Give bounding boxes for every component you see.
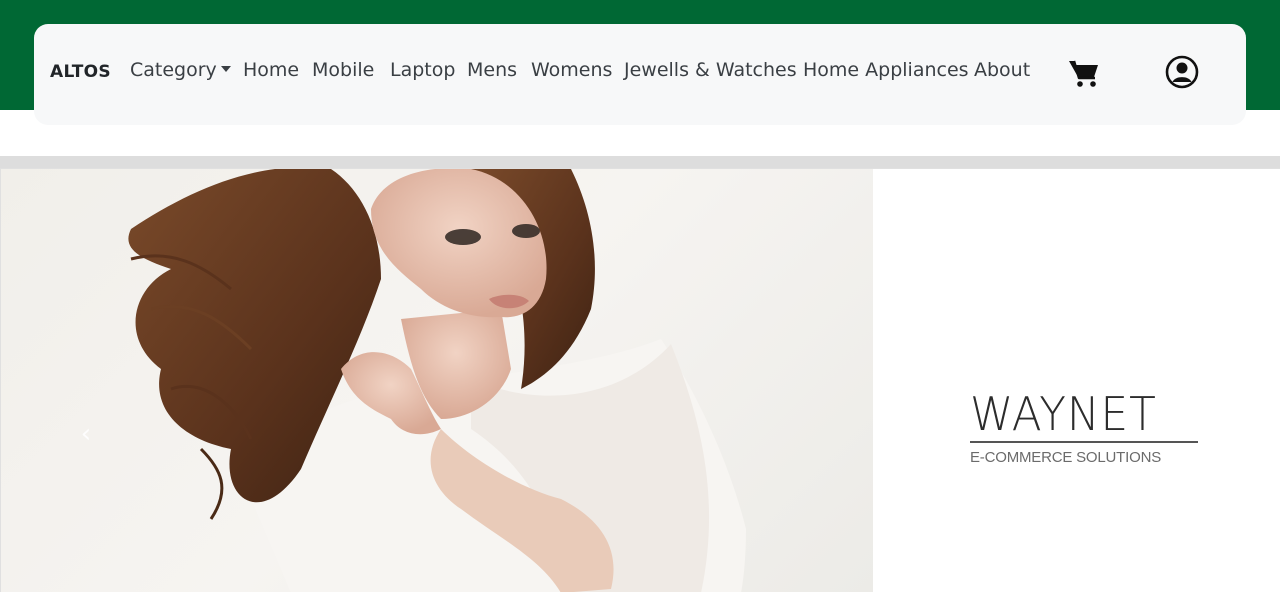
navbar: ALTOS Category Home Mobile Laptop Mens W… bbox=[34, 24, 1246, 125]
nav-link-laptop[interactable]: Laptop bbox=[390, 59, 455, 81]
waynet-logo-title: WAYNET bbox=[970, 387, 1157, 441]
nav-link-jewells-watches[interactable]: Jewells & Watches bbox=[624, 59, 797, 81]
nav-link-mens[interactable]: Mens bbox=[467, 59, 517, 81]
caret-down-icon bbox=[220, 65, 231, 72]
hero-carousel: ‹ WAYNET E-COMMERCE SOLUTIONS bbox=[0, 168, 1280, 592]
carousel-prev-button[interactable]: ‹ bbox=[71, 419, 101, 449]
nav-category-label: Category bbox=[130, 59, 217, 81]
account-icon[interactable] bbox=[1165, 55, 1199, 89]
nav-link-about[interactable]: About bbox=[974, 59, 1030, 81]
nav-category-dropdown[interactable]: Category bbox=[130, 59, 231, 81]
section-divider bbox=[0, 156, 1280, 168]
nav-link-home[interactable]: Home bbox=[243, 59, 299, 81]
waynet-logo-subtitle: E-COMMERCE SOLUTIONS bbox=[970, 449, 1162, 466]
waynet-logo-rule bbox=[970, 441, 1198, 443]
logo-panel: WAYNET E-COMMERCE SOLUTIONS bbox=[873, 169, 1280, 592]
waynet-logo: WAYNET E-COMMERCE SOLUTIONS bbox=[970, 389, 1202, 466]
hero-photo: ‹ bbox=[1, 169, 873, 592]
brand-logo[interactable]: ALTOS bbox=[50, 62, 111, 82]
cart-icon[interactable] bbox=[1068, 57, 1100, 89]
nav-link-home-appliances[interactable]: Home Appliances bbox=[803, 59, 969, 81]
nav-link-mobile[interactable]: Mobile bbox=[312, 59, 374, 81]
chevron-left-icon: ‹ bbox=[80, 419, 92, 449]
model-illustration bbox=[128, 169, 746, 592]
nav-link-womens[interactable]: Womens bbox=[531, 59, 612, 81]
